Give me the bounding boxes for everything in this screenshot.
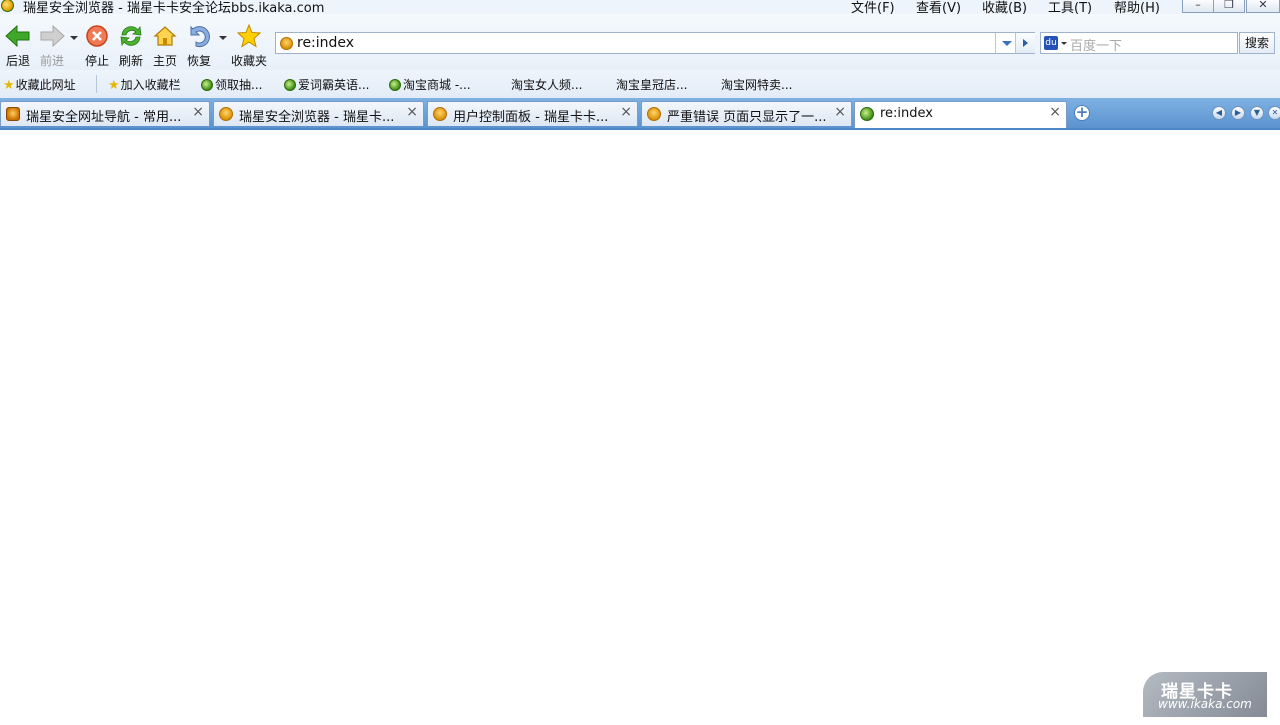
fav-item[interactable]: 淘宝皇冠店... bbox=[616, 76, 687, 93]
tab-close-icon[interactable]: × bbox=[192, 104, 204, 120]
tab-list-dropdown-icon[interactable]: ▼ bbox=[1250, 106, 1264, 120]
rising-icon bbox=[647, 107, 661, 121]
menu-tools[interactable]: 工具(T) bbox=[1048, 0, 1092, 14]
undo-icon bbox=[190, 25, 210, 48]
refresh-label: 刷新 bbox=[118, 54, 143, 68]
ie-page-icon bbox=[389, 79, 401, 91]
browser-logo-icon bbox=[1, 0, 14, 12]
watermark-url: www.ikaka.com bbox=[1158, 697, 1252, 711]
forward-dropdown-icon[interactable] bbox=[70, 36, 78, 40]
add-to-favbar-button[interactable]: ★加入收藏栏 bbox=[108, 76, 181, 93]
address-separator bbox=[995, 33, 996, 53]
favorites-label: 收藏夹 bbox=[230, 54, 267, 68]
search-input[interactable]: 百度一下 bbox=[1070, 35, 1122, 54]
tab-close-icon[interactable]: × bbox=[834, 104, 846, 120]
tab-user-control-panel[interactable]: 用户控制面板 - 瑞星卡卡... × bbox=[427, 101, 638, 126]
menu-file[interactable]: 文件(F) bbox=[851, 0, 895, 14]
tab-title: 瑞星安全网址导航 - 常用... bbox=[26, 110, 182, 125]
navigation-toolbar: 后退 前进 停止 刷新 主页 恢复 收藏夹 re:index du 百度一下 搜… bbox=[0, 14, 1280, 70]
tab-title: 瑞星安全浏览器 - 瑞星卡... bbox=[239, 110, 395, 125]
star-icon: ★ bbox=[3, 78, 15, 93]
ikaka-watermark: 瑞星卡卡 www.ikaka.com bbox=[1143, 672, 1267, 717]
fav-item[interactable]: 爱词霸英语... bbox=[284, 76, 369, 93]
back-arrow-icon bbox=[5, 24, 30, 48]
fav-item[interactable]: 淘宝女人频... bbox=[511, 76, 582, 93]
home-label: 主页 bbox=[152, 54, 177, 68]
maximize-button[interactable]: ❐ bbox=[1213, 0, 1245, 13]
back-label: 后退 bbox=[5, 54, 30, 68]
star-icon: ★ bbox=[108, 78, 120, 93]
fav-item[interactable]: 领取抽... bbox=[201, 76, 262, 93]
address-input[interactable]: re:index bbox=[297, 35, 354, 51]
ie-page-icon bbox=[201, 79, 213, 91]
site-icon bbox=[280, 37, 293, 50]
tab-severe-error[interactable]: 严重错误 页面只显示了一... × bbox=[641, 101, 852, 126]
star-icon bbox=[237, 24, 261, 48]
tab-scroll-right-icon[interactable]: ▶ bbox=[1231, 106, 1245, 120]
minimize-button[interactable]: – bbox=[1182, 0, 1214, 13]
stop-icon bbox=[86, 25, 108, 47]
restore-label: 恢复 bbox=[186, 54, 211, 68]
page-content bbox=[0, 130, 1280, 725]
ie-page-icon bbox=[860, 107, 874, 121]
close-tab-icon[interactable]: ✕ bbox=[1268, 106, 1280, 120]
ie-page-icon bbox=[284, 79, 296, 91]
engine-dropdown-icon[interactable] bbox=[1061, 42, 1067, 45]
tab-browser-forum[interactable]: 瑞星安全浏览器 - 瑞星卡... × bbox=[213, 101, 424, 126]
rising-icon bbox=[219, 107, 233, 121]
tab-close-icon[interactable]: × bbox=[406, 104, 418, 120]
stop-label: 停止 bbox=[84, 54, 109, 68]
address-bar[interactable]: re:index bbox=[275, 32, 1035, 54]
menu-view[interactable]: 查看(V) bbox=[916, 0, 961, 14]
tab-re-index[interactable]: re:index × bbox=[854, 101, 1067, 128]
add-to-favorites-button[interactable]: ★收藏此网址 bbox=[3, 76, 76, 93]
search-box[interactable]: du 百度一下 bbox=[1040, 32, 1238, 54]
fav-item[interactable]: 淘宝网特卖... bbox=[721, 76, 792, 93]
tab-title: 严重错误 页面只显示了一... bbox=[667, 110, 827, 125]
address-history-dropdown-icon[interactable] bbox=[1002, 41, 1012, 46]
baidu-engine-icon[interactable]: du bbox=[1044, 36, 1058, 50]
tab-scroll-left-icon[interactable]: ◀ bbox=[1212, 106, 1226, 120]
tab-title: re:index bbox=[880, 106, 934, 121]
tab-close-icon[interactable]: × bbox=[620, 104, 632, 120]
home-icon bbox=[153, 26, 177, 46]
tab-title: 用户控制面板 - 瑞星卡卡... bbox=[453, 110, 609, 125]
menu-favorites[interactable]: 收藏(B) bbox=[982, 0, 1027, 14]
title-bar: 瑞星安全浏览器 - 瑞星卡卡安全论坛bbs.ikaka.com 文件(F) 查看… bbox=[0, 0, 1280, 14]
tab-nav-home[interactable]: 瑞星安全网址导航 - 常用... × bbox=[0, 101, 210, 126]
favbar-separator bbox=[96, 75, 97, 93]
window-title: 瑞星安全浏览器 - 瑞星卡卡安全论坛bbs.ikaka.com bbox=[23, 1, 325, 14]
forward-arrow-icon bbox=[40, 24, 65, 48]
favorites-bar: ★收藏此网址 ★加入收藏栏 领取抽... 爱词霸英语... 淘宝商城 -... … bbox=[0, 70, 1280, 98]
lion-icon bbox=[6, 107, 20, 121]
rising-icon bbox=[433, 107, 447, 121]
forward-label: 前进 bbox=[39, 54, 64, 68]
fav-item[interactable]: 淘宝商城 -... bbox=[389, 76, 471, 93]
go-button[interactable] bbox=[1015, 33, 1035, 53]
tab-close-icon[interactable]: × bbox=[1049, 104, 1061, 120]
restore-dropdown-icon[interactable] bbox=[219, 36, 227, 40]
menu-help[interactable]: 帮助(H) bbox=[1114, 0, 1160, 14]
refresh-icon bbox=[120, 25, 142, 47]
new-tab-icon[interactable]: + bbox=[1074, 105, 1090, 121]
search-button[interactable]: 搜索 bbox=[1239, 32, 1275, 54]
tab-bar: 瑞星安全网址导航 - 常用... × 瑞星安全浏览器 - 瑞星卡... × 用户… bbox=[0, 98, 1280, 130]
close-window-button[interactable]: ✕ bbox=[1246, 0, 1280, 13]
